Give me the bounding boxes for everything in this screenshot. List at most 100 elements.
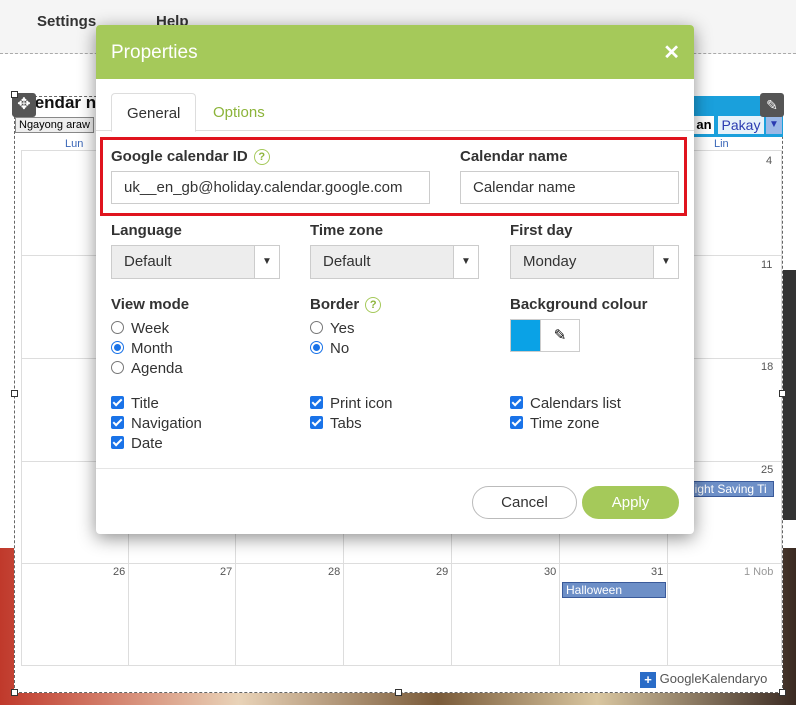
checkbox-label: Time zone xyxy=(530,415,600,432)
day-number: 31 xyxy=(651,566,664,578)
radio-label: Month xyxy=(131,340,173,357)
radio-icon xyxy=(310,321,323,334)
day-number: 28 xyxy=(328,566,341,578)
radio-label: Yes xyxy=(330,320,355,337)
tab-options[interactable]: Options xyxy=(198,93,280,132)
grid-line xyxy=(781,150,782,666)
properties-dialog: Properties ✕ General Options Google cale… xyxy=(96,25,694,534)
date-checkbox[interactable]: Date xyxy=(111,434,163,454)
resize-handle[interactable] xyxy=(11,689,18,696)
radio-label: Week xyxy=(131,320,170,337)
border-label-text: Border xyxy=(310,296,360,313)
radio-selected-icon xyxy=(310,341,323,354)
colour-swatch[interactable] xyxy=(510,319,541,352)
checkbox-checked-icon xyxy=(510,396,523,409)
checkbox-checked-icon xyxy=(111,436,124,449)
checkbox-label: Print icon xyxy=(330,395,393,412)
checkbox-label: Calendars list xyxy=(530,395,621,412)
dialog-header: Properties ✕ xyxy=(96,25,694,79)
apply-button[interactable]: Apply xyxy=(582,486,679,519)
border-yes-radio[interactable]: Yes xyxy=(310,319,354,339)
close-icon[interactable]: ✕ xyxy=(663,40,680,65)
view-mode-month-radio[interactable]: Month xyxy=(111,339,173,359)
resize-handle[interactable] xyxy=(11,390,18,397)
help-icon[interactable]: ? xyxy=(253,149,270,165)
resize-handle[interactable] xyxy=(11,91,18,98)
print-icon-checkbox[interactable]: Print icon xyxy=(310,394,393,414)
google-calendar-id-label: Google calendar ID? xyxy=(111,148,270,165)
calendars-list-checkbox[interactable]: Calendars list xyxy=(510,394,621,414)
calendar-tab-agenda[interactable]: Pakay xyxy=(718,116,764,134)
help-icon[interactable]: ? xyxy=(365,297,382,313)
radio-label: No xyxy=(330,340,350,357)
cancel-button[interactable]: Cancel xyxy=(472,486,577,519)
calendar-name-label: Calendar name xyxy=(460,148,568,165)
border-label: Border? xyxy=(310,296,382,313)
day-number: 29 xyxy=(436,566,449,578)
grid-line xyxy=(21,150,22,666)
language-select[interactable]: Default ▼ xyxy=(111,245,280,279)
radio-label: Agenda xyxy=(131,360,183,377)
menu-settings[interactable]: Settings xyxy=(37,13,96,30)
calendar-event[interactable]: light Saving Ti xyxy=(688,481,774,497)
brand-suffix-text: Kalendaryo xyxy=(701,671,768,686)
google-calendar-id-input[interactable]: uk__en_gb@holiday.calendar.google.com xyxy=(111,171,430,204)
calendar-event[interactable]: Halloween xyxy=(562,582,666,598)
chevron-down-icon: ▼ xyxy=(653,246,678,278)
dialog-tabs: General Options xyxy=(96,93,694,132)
checkbox-checked-icon xyxy=(111,396,124,409)
time-zone-label: Time zone xyxy=(310,222,384,239)
tabs-checkbox[interactable]: Tabs xyxy=(310,414,362,434)
time-zone-value: Default xyxy=(323,253,371,270)
day-number: 25 xyxy=(761,464,774,476)
day-number: 1 Nob xyxy=(744,566,774,578)
google-calendar-id-label-text: Google calendar ID xyxy=(111,148,248,165)
resize-handle[interactable] xyxy=(779,390,786,397)
checkbox-label: Title xyxy=(131,395,159,412)
radio-icon xyxy=(111,321,124,334)
checkbox-label: Date xyxy=(131,435,163,452)
language-value: Default xyxy=(124,253,172,270)
first-day-label: First day xyxy=(510,222,573,239)
navigation-checkbox[interactable]: Navigation xyxy=(111,414,202,434)
time-zone-select[interactable]: Default ▼ xyxy=(310,245,479,279)
language-label: Language xyxy=(111,222,182,239)
day-number: 27 xyxy=(220,566,233,578)
brand-google-text: Google xyxy=(659,671,702,686)
tab-general[interactable]: General xyxy=(111,93,197,132)
divider xyxy=(96,468,694,469)
chevron-down-icon: ▼ xyxy=(453,246,478,278)
checkbox-checked-icon xyxy=(310,416,323,429)
calendar-name-input[interactable]: Calendar name xyxy=(460,171,679,204)
resize-handle[interactable] xyxy=(395,689,402,696)
resize-handle[interactable] xyxy=(779,689,786,696)
today-button[interactable]: Ngayong araw xyxy=(15,117,94,133)
day-number: 30 xyxy=(544,566,557,578)
title-checkbox[interactable]: Title xyxy=(111,394,159,414)
checkbox-checked-icon xyxy=(111,416,124,429)
calendar-title: lendar n xyxy=(30,93,97,112)
dialog-title: Properties xyxy=(111,42,198,63)
first-day-select[interactable]: Monday ▼ xyxy=(510,245,679,279)
day-number: 4 xyxy=(766,155,773,167)
background-colour-label: Background colour xyxy=(510,296,648,313)
radio-selected-icon xyxy=(111,341,124,354)
checkbox-label: Navigation xyxy=(131,415,202,432)
checkbox-checked-icon xyxy=(310,396,323,409)
view-mode-agenda-radio[interactable]: Agenda xyxy=(111,359,183,379)
first-day-value: Monday xyxy=(523,253,577,270)
calendar-tab-partial[interactable]: an xyxy=(694,116,714,134)
radio-icon xyxy=(111,361,124,374)
day-header-mon: Lun xyxy=(65,138,84,150)
checkbox-label: Tabs xyxy=(330,415,362,432)
pencil-icon[interactable]: ✎ xyxy=(760,93,784,117)
calendar-tab-dropdown-icon[interactable]: ▼ xyxy=(766,116,782,134)
time-zone-checkbox[interactable]: Time zone xyxy=(510,414,599,434)
view-mode-week-radio[interactable]: Week xyxy=(111,319,169,339)
plus-icon: + xyxy=(640,671,656,688)
pencil-icon[interactable]: ✎ xyxy=(540,319,580,352)
border-no-radio[interactable]: No xyxy=(310,339,349,359)
chevron-down-icon: ▼ xyxy=(254,246,279,278)
google-calendar-brand[interactable]: + GoogleKalendaryo xyxy=(640,671,767,689)
day-header-sun: Lin xyxy=(714,138,729,150)
